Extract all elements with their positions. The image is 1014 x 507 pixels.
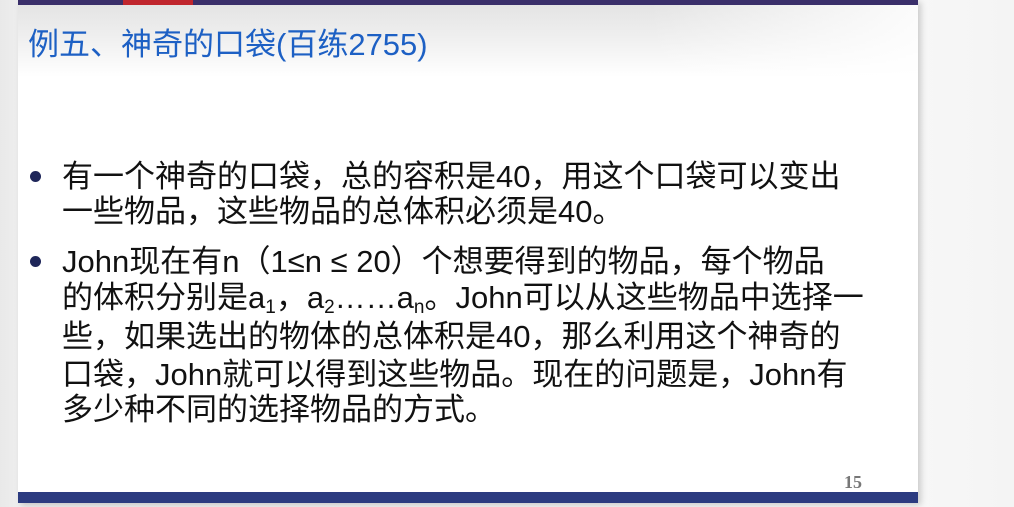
slide: 例五、神奇的口袋(百练2755) 有一个神奇的口袋，总的容积是40，用这个口袋可… — [18, 0, 918, 503]
bullet-1-line-1: 有一个神奇的口袋，总的容积是40，用这个口袋可以变出 — [62, 159, 841, 194]
bullet-1-line-2: 一些物品，这些物品的总体积必须是40。 — [62, 194, 624, 229]
bullet-dot-icon — [30, 171, 41, 182]
subscript: 2 — [324, 297, 335, 318]
text-segment: ，a — [275, 280, 325, 315]
bullet-2-line-3: 些，如果选出的物体的总体积是40，那么利用这个神奇的 — [62, 319, 841, 354]
bullet-2-line-2: 的体积分别是a1，a2……an。John可以从这些物品中选择一 — [62, 279, 864, 317]
bottom-decorative-bar — [18, 492, 918, 503]
text-segment: ……a — [334, 280, 414, 315]
bullet-2-line-4: 口袋，John就可以得到这些物品。现在的问题是，John有 — [62, 357, 848, 392]
subscript: 1 — [265, 297, 276, 318]
bullet-2-line-1: John现在有n（1≤n ≤ 20）个想要得到的物品，每个物品 — [62, 244, 825, 279]
bullet-2-line-5: 多少种不同的选择物品的方式。 — [62, 392, 496, 427]
page-number: 15 — [844, 472, 862, 492]
slide-viewport: 例五、神奇的口袋(百练2755) 有一个神奇的口袋，总的容积是40，用这个口袋可… — [0, 0, 1014, 507]
bullet-dot-icon — [30, 256, 41, 267]
subscript: n — [413, 297, 425, 318]
text-segment: 的体积分别是a — [62, 280, 266, 315]
text-segment: 。John可以从这些物品中选择一 — [424, 280, 864, 315]
slide-title: 例五、神奇的口袋(百练2755) — [28, 27, 428, 62]
